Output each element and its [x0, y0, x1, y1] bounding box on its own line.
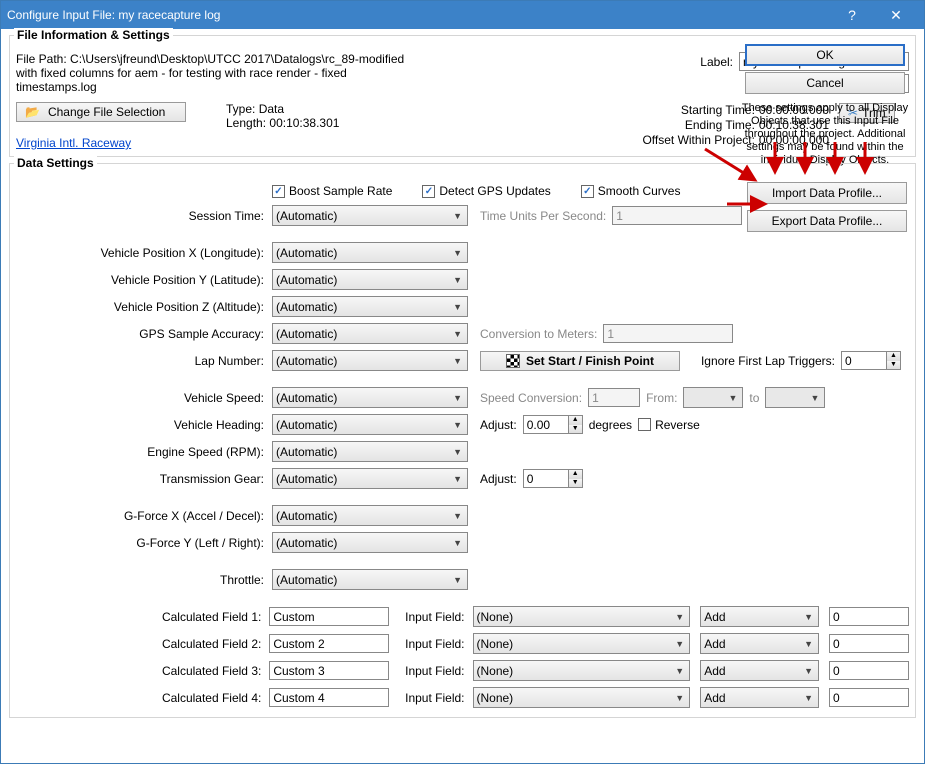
reverse-checkbox[interactable]: Reverse	[638, 418, 700, 432]
calc-field-row: Calculated Field 2:Input Field:(None)▼Ad…	[16, 630, 909, 657]
export-profile-button[interactable]: Export Data Profile...	[747, 210, 907, 232]
throttle-select[interactable]: (Automatic)▼	[272, 569, 468, 590]
settings-note: These settings apply to all Display Obje…	[735, 102, 915, 167]
window-title: Configure Input File: my racecapture log	[7, 8, 830, 22]
checkered-flag-icon	[506, 354, 520, 368]
ok-button[interactable]: OK	[745, 44, 905, 66]
boost-checkbox[interactable]: ✓Boost Sample Rate	[272, 184, 392, 198]
cancel-button[interactable]: Cancel	[745, 72, 905, 94]
heading-select[interactable]: (Automatic)▼	[272, 414, 468, 435]
calc-op-select[interactable]: Add▼	[700, 606, 819, 627]
speed-to-select: ▼	[765, 387, 825, 408]
calc-field-row: Calculated Field 3:Input Field:(None)▼Ad…	[16, 657, 909, 684]
calc-op-select[interactable]: Add▼	[700, 660, 819, 681]
altitude-select[interactable]: (Automatic)▼	[272, 296, 468, 317]
rpm-select[interactable]: (Automatic)▼	[272, 441, 468, 462]
close-button[interactable]: ✕	[874, 1, 918, 29]
session-time-select[interactable]: (Automatic)▼	[272, 205, 468, 226]
calc-field-row: Calculated Field 4:Input Field:(None)▼Ad…	[16, 684, 909, 711]
calc-field-row: Calculated Field 1:Input Field:(None)▼Ad…	[16, 603, 909, 630]
file-path-text: File Path: C:\Users\jfreund\Desktop\UTCC…	[16, 52, 406, 94]
folder-open-icon: 📂	[25, 105, 40, 119]
label-label: Label:	[700, 55, 733, 69]
longitude-select[interactable]: (Automatic)▼	[272, 242, 468, 263]
calc-value-input[interactable]	[829, 688, 909, 707]
calc-inputfield-select[interactable]: (None)▼	[473, 633, 691, 654]
gforce-x-select[interactable]: (Automatic)▼	[272, 505, 468, 526]
heading-adjust-stepper[interactable]: ▲▼	[523, 415, 583, 434]
ignore-first-lap-stepper[interactable]: ▲▼	[841, 351, 901, 370]
data-settings-group: Data Settings Import Data Profile... Exp…	[9, 163, 916, 718]
lap-number-select[interactable]: (Automatic)▼	[272, 350, 468, 371]
import-profile-button[interactable]: Import Data Profile...	[747, 182, 907, 204]
gps-accuracy-select[interactable]: (Automatic)▼	[272, 323, 468, 344]
titlebar: Configure Input File: my racecapture log…	[1, 1, 924, 29]
calc-name-input[interactable]	[269, 661, 389, 680]
tups-label: Time Units Per Second:	[480, 209, 606, 223]
help-button[interactable]: ?	[830, 1, 874, 29]
gear-select[interactable]: (Automatic)▼	[272, 468, 468, 489]
change-file-button[interactable]: 📂 Change File Selection	[16, 102, 186, 122]
speed-from-select: ▼	[683, 387, 743, 408]
data-settings-legend: Data Settings	[14, 156, 97, 170]
calc-inputfield-select[interactable]: (None)▼	[473, 660, 691, 681]
calc-inputfield-select[interactable]: (None)▼	[473, 606, 691, 627]
latitude-select[interactable]: (Automatic)▼	[272, 269, 468, 290]
calc-value-input[interactable]	[829, 634, 909, 653]
calc-value-input[interactable]	[829, 661, 909, 680]
speed-conv-input	[588, 388, 640, 407]
conv-meters-input	[603, 324, 733, 343]
calc-name-input[interactable]	[269, 607, 389, 626]
calc-value-input[interactable]	[829, 607, 909, 626]
gforce-y-select[interactable]: (Automatic)▼	[272, 532, 468, 553]
tups-input	[612, 206, 742, 225]
calc-name-input[interactable]	[269, 634, 389, 653]
calc-op-select[interactable]: Add▼	[700, 633, 819, 654]
smooth-curves-checkbox[interactable]: ✓Smooth Curves	[581, 184, 681, 198]
calc-op-select[interactable]: Add▼	[700, 687, 819, 708]
session-time-label: Session Time:	[16, 209, 272, 223]
track-link[interactable]: Virginia Intl. Raceway	[16, 136, 131, 150]
detect-gps-checkbox[interactable]: ✓Detect GPS Updates	[422, 184, 550, 198]
gear-adjust-stepper[interactable]: ▲▼	[523, 469, 583, 488]
file-info-group: File Information & Settings File Path: C…	[9, 35, 916, 157]
calc-inputfield-select[interactable]: (None)▼	[473, 687, 691, 708]
file-info-legend: File Information & Settings	[14, 28, 173, 42]
vehicle-speed-select[interactable]: (Automatic)▼	[272, 387, 468, 408]
set-start-finish-button[interactable]: Set Start / Finish Point	[480, 351, 680, 371]
calc-name-input[interactable]	[269, 688, 389, 707]
